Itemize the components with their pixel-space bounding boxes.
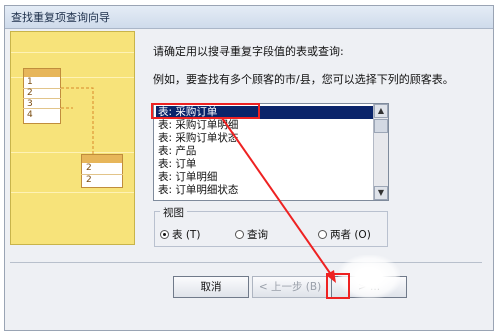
- scroll-up-icon[interactable]: ▲: [374, 104, 388, 118]
- prompt-select-table: 请确定用以搜寻重复字段值的表或查询:: [153, 45, 344, 58]
- list-item[interactable]: 表: 采购订单状态: [158, 132, 376, 145]
- radio-dot-icon: [160, 229, 169, 239]
- back-button[interactable]: < 上一步 (B): [252, 276, 328, 298]
- list-item[interactable]: 表: 产品: [158, 145, 376, 158]
- radio-table[interactable]: 表 (T): [160, 227, 200, 241]
- prompt-example: 例如，要查找有多个顾客的市/县，您可以选择下列的顾客表。: [153, 73, 454, 86]
- next-button-highlight: [326, 273, 350, 299]
- list-item[interactable]: 表: 订单明细状态: [158, 184, 376, 197]
- radio-label: 表 (T): [172, 228, 201, 241]
- list-scrollbar[interactable]: ▲ ▼: [373, 104, 388, 200]
- list-item[interactable]: 表: 订单: [158, 158, 376, 171]
- view-group-label: 视图: [160, 205, 187, 220]
- selected-item-highlight: [151, 103, 260, 119]
- divider: [10, 262, 482, 263]
- window-title: 查找重复项查询向导: [11, 11, 110, 24]
- list-item[interactable]: 表: 订单明细: [158, 171, 376, 184]
- radio-label: 两者 (O): [330, 228, 371, 241]
- radio-both[interactable]: 两者 (O): [318, 227, 371, 241]
- connector-lines: [61, 87, 94, 156]
- radio-label: 查询: [247, 228, 268, 241]
- wizard-illustration: 1 2 3 4 2 2: [10, 31, 135, 245]
- radio-dot-icon: [318, 229, 327, 239]
- scroll-down-icon[interactable]: ▼: [374, 186, 388, 200]
- cancel-button[interactable]: 取消: [173, 276, 249, 298]
- radio-dot-icon: [235, 229, 244, 239]
- list-item[interactable]: 表: 采购订单明细: [158, 119, 376, 132]
- radio-query[interactable]: 查询: [235, 227, 268, 241]
- scroll-thumb[interactable]: [374, 119, 388, 133]
- title-bar: 查找重复项查询向导: [5, 6, 493, 29]
